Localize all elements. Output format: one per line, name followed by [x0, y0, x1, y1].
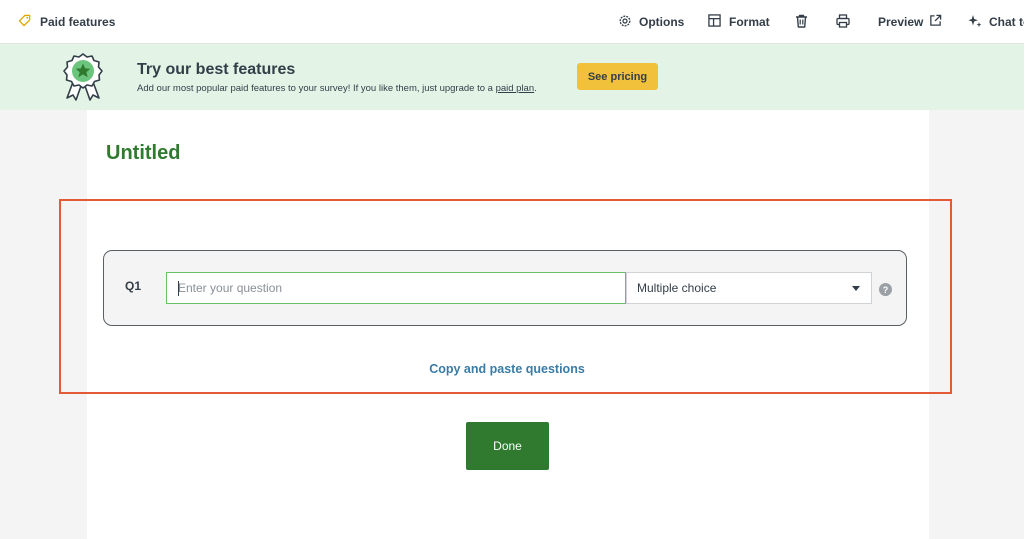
- top-toolbar: Paid features Options Format Preview Cha: [0, 0, 1024, 44]
- paid-features-label: Paid features: [40, 14, 116, 29]
- layout-grid-icon: [708, 14, 723, 29]
- text-cursor: [178, 281, 179, 296]
- question-type-label: Multiple choice: [637, 281, 717, 295]
- trash-icon: [795, 14, 810, 29]
- banner-subtitle-end: .: [534, 83, 537, 94]
- banner-subtitle-text: Add our most popular paid features to yo…: [137, 83, 496, 94]
- delete-button[interactable]: [795, 14, 810, 29]
- chat-label: Chat to: [989, 14, 1024, 29]
- see-pricing-button[interactable]: See pricing: [577, 63, 658, 90]
- paid-plan-link[interactable]: paid plan: [496, 83, 535, 94]
- tag-icon: [18, 14, 33, 29]
- sparkle-icon: [968, 14, 983, 29]
- survey-title[interactable]: Untitled: [106, 142, 180, 165]
- question-number: Q1: [125, 279, 142, 293]
- options-button[interactable]: Options: [618, 14, 684, 29]
- external-link-icon: [929, 14, 944, 29]
- preview-button[interactable]: Preview: [878, 14, 944, 29]
- help-icon[interactable]: ?: [879, 283, 892, 296]
- question-type-select[interactable]: Multiple choice: [626, 272, 872, 304]
- options-label: Options: [639, 14, 685, 29]
- copy-paste-questions-link[interactable]: Copy and paste questions: [0, 362, 1014, 376]
- gear-icon: [618, 14, 633, 29]
- question-input[interactable]: [166, 272, 626, 304]
- format-button[interactable]: Format: [708, 14, 770, 29]
- format-label: Format: [729, 14, 770, 29]
- chat-button[interactable]: Chat to: [968, 14, 1024, 29]
- done-button[interactable]: Done: [466, 422, 549, 470]
- award-badge-icon: [61, 52, 105, 102]
- preview-label: Preview: [878, 14, 924, 29]
- paid-features-button[interactable]: Paid features: [18, 14, 115, 29]
- banner-subtitle: Add our most popular paid features to yo…: [137, 83, 537, 94]
- printer-icon: [836, 14, 851, 29]
- print-button[interactable]: [836, 14, 851, 29]
- banner-title: Try our best features: [137, 61, 296, 78]
- caret-down-icon: [852, 286, 860, 291]
